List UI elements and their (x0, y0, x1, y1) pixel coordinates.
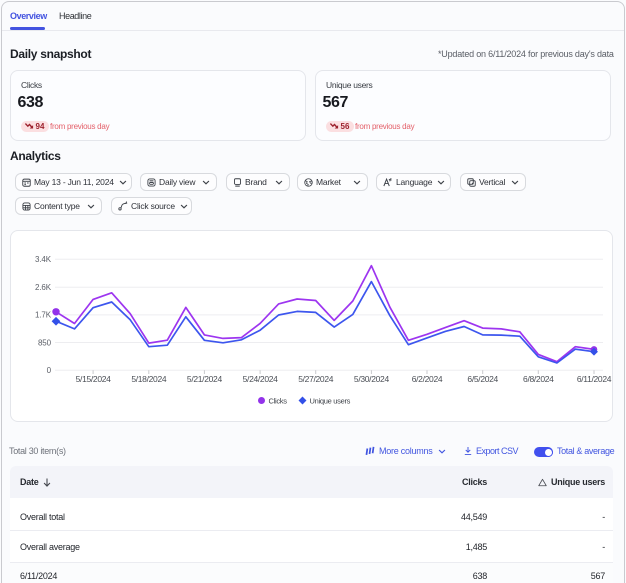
svg-text:5/30/2024: 5/30/2024 (354, 374, 390, 384)
svg-text:3.4K: 3.4K (35, 255, 52, 264)
svg-text:5/15/2024: 5/15/2024 (76, 374, 112, 384)
svg-text:5/24/2024: 5/24/2024 (243, 374, 279, 384)
svg-text:5/27/2024: 5/27/2024 (298, 374, 334, 384)
svg-text:6/5/2024: 6/5/2024 (467, 374, 498, 384)
svg-text:Unique users: Unique users (310, 397, 351, 406)
svg-text:5/18/2024: 5/18/2024 (131, 374, 167, 384)
svg-text:850: 850 (38, 338, 52, 347)
svg-text:Clicks: Clicks (269, 397, 288, 406)
svg-text:6/8/2024: 6/8/2024 (523, 374, 554, 384)
svg-text:1.7K: 1.7K (35, 311, 52, 320)
svg-text:6/11/2024: 6/11/2024 (577, 374, 612, 384)
svg-text:5/21/2024: 5/21/2024 (187, 374, 223, 384)
svg-text:2.6K: 2.6K (35, 283, 52, 292)
svg-text:6/2/2024: 6/2/2024 (412, 374, 443, 384)
svg-text:0: 0 (47, 366, 52, 375)
